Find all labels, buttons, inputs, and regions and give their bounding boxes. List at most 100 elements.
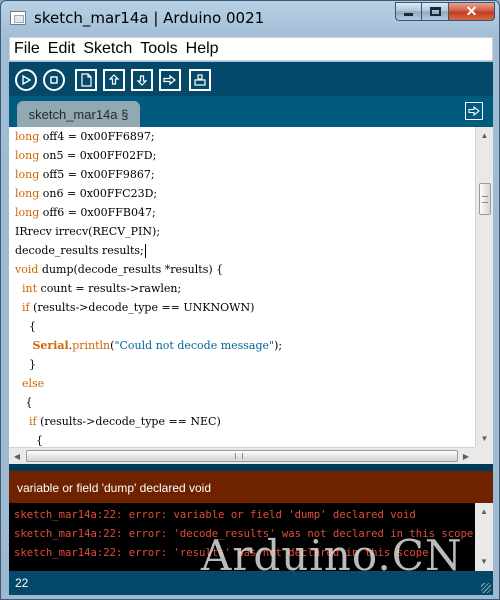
console-scroll-down-icon[interactable]: ▼: [475, 553, 493, 569]
window-controls: ✕: [395, 2, 495, 22]
scroll-left-arrow-icon[interactable]: ◀: [9, 448, 25, 464]
console-line: sketch_mar14a:22: error: 'results' was n…: [14, 547, 429, 559]
verify-button[interactable]: [15, 69, 37, 91]
tab-menu-button[interactable]: [465, 102, 483, 120]
code-line[interactable]: long off4 = 0x00FF6897;: [15, 127, 470, 146]
console-scroll-up-icon[interactable]: ▲: [475, 503, 493, 519]
code-line[interactable]: long off6 = 0x00FFB047;: [15, 203, 470, 222]
code-token: (results->decode_type == UNKNOWN): [29, 301, 255, 314]
scroll-corner: [475, 447, 493, 464]
upload-button[interactable]: [159, 69, 181, 91]
status-bar: 22: [9, 571, 493, 595]
code-line[interactable]: void dump(decode_results *results) {: [15, 260, 470, 279]
code-token-kw: if: [22, 301, 30, 314]
code-editor[interactable]: long off4 = 0x00FF6897; long on5 = 0x00FF…: [9, 127, 493, 464]
code-token: dump(decode_results *results) {: [38, 263, 224, 276]
code-token-kw: long: [15, 130, 40, 143]
menu-tools[interactable]: Tools: [140, 40, 177, 58]
code-line[interactable]: long on6 = 0x00FFC23D;: [15, 184, 470, 203]
code-line[interactable]: {: [15, 393, 470, 412]
code-token: on6 = 0x00FFC23D;: [39, 187, 158, 200]
code-line[interactable]: {: [15, 317, 470, 336]
stop-button[interactable]: [43, 69, 65, 91]
code-token: );: [274, 339, 283, 352]
vertical-scroll-thumb[interactable]: [479, 183, 491, 215]
code-token-kw: if: [29, 415, 37, 428]
code-token-str: "Could not decode message": [114, 339, 275, 352]
open-icon: [108, 74, 120, 85]
code-line[interactable]: long on5 = 0x00FF02FD;: [15, 146, 470, 165]
new-icon: [81, 73, 92, 87]
serial-monitor-button[interactable]: [189, 69, 211, 91]
maximize-button[interactable]: [422, 2, 449, 21]
code-token: off4 = 0x00FF6897;: [39, 130, 155, 143]
open-button[interactable]: [103, 69, 125, 91]
tab-label: sketch_mar14a §: [28, 106, 129, 122]
new-button[interactable]: [75, 69, 97, 91]
minimize-icon: [404, 13, 413, 16]
code-line[interactable]: if (results->decode_type == UNKNOWN): [15, 298, 470, 317]
text-caret: [144, 244, 146, 258]
title-bar[interactable]: sketch_mar14a | Arduino 0021 ✕: [1, 1, 499, 35]
code-token-kw: long: [15, 168, 40, 181]
console-output[interactable]: sketch_mar14a:22: error: variable or fie…: [9, 503, 493, 571]
code-line[interactable]: long off5 = 0x00FF9867;: [15, 165, 470, 184]
code-token-kw: long: [15, 187, 40, 200]
code-token: off5 = 0x00FF9867;: [39, 168, 155, 181]
menu-file[interactable]: File: [14, 40, 40, 58]
editor-horizontal-scrollbar[interactable]: ◀ ▶: [9, 447, 475, 464]
editor-console-divider[interactable]: [9, 464, 493, 471]
code-token: IRrecv irrecv(RECV_PIN);: [15, 225, 161, 238]
code-line[interactable]: if (results->decode_type == NEC): [15, 412, 470, 431]
tab-sketch[interactable]: sketch_mar14a §: [17, 101, 140, 127]
resize-grip-icon[interactable]: [481, 583, 491, 593]
error-message-bar: variable or field 'dump' declared void: [9, 471, 493, 503]
code-line[interactable]: IRrecv irrecv(RECV_PIN);: [15, 222, 470, 241]
save-icon: [136, 75, 148, 86]
save-button[interactable]: [131, 69, 153, 91]
scroll-up-arrow-icon[interactable]: ▲: [476, 127, 493, 143]
line-number: 22: [15, 576, 29, 590]
code-line[interactable]: int count = results->rawlen;: [15, 279, 470, 298]
window-title: sketch_mar14a | Arduino 0021: [34, 9, 265, 27]
upload-icon: [163, 74, 176, 86]
code-token: count = results->rawlen;: [37, 282, 182, 295]
minimize-button[interactable]: [395, 2, 422, 21]
menu-bar: File Edit Sketch Tools Help: [9, 37, 493, 61]
code-token-kw: int: [22, 282, 38, 295]
code-line[interactable]: decode_results results;: [15, 241, 470, 260]
console-line: sketch_mar14a:22: error: variable or fie…: [14, 509, 416, 521]
console-lines: sketch_mar14a:22: error: variable or fie…: [14, 506, 476, 563]
code-token-kw: long: [15, 149, 40, 162]
menu-edit[interactable]: Edit: [48, 40, 76, 58]
code-token-kw: void: [15, 263, 39, 276]
scroll-down-arrow-icon[interactable]: ▼: [476, 430, 493, 446]
code-text-area[interactable]: long off4 = 0x00FF6897; long on5 = 0x00FF…: [15, 127, 470, 464]
verify-icon: [22, 75, 31, 85]
code-token: decode_results results;: [15, 244, 144, 257]
code-token: off6 = 0x00FFB047;: [39, 206, 156, 219]
code-line[interactable]: }: [15, 355, 470, 374]
console-scrollbar[interactable]: ▲ ▼: [475, 503, 493, 571]
editor-vertical-scrollbar[interactable]: ▲ ▼: [475, 127, 493, 464]
code-line[interactable]: else: [15, 374, 470, 393]
serial-monitor-icon: [194, 74, 206, 86]
menu-help[interactable]: Help: [186, 40, 219, 58]
toolbar: [9, 62, 493, 96]
menu-sketch[interactable]: Sketch: [83, 40, 132, 58]
close-icon: ✕: [465, 3, 478, 19]
code-line[interactable]: Serial.println("Could not decode message…: [15, 336, 470, 355]
console-line: sketch_mar14a:22: error: 'decode_results…: [14, 528, 474, 540]
scroll-right-arrow-icon[interactable]: ▶: [458, 448, 474, 464]
horizontal-scroll-thumb[interactable]: [26, 450, 458, 462]
error-message: variable or field 'dump' declared void: [17, 481, 212, 495]
tab-menu-icon: [468, 106, 480, 116]
code-token: (results->decode_type == NEC): [36, 415, 221, 428]
close-button[interactable]: ✕: [449, 2, 495, 21]
maximize-icon: [429, 7, 441, 16]
tab-strip: sketch_mar14a §: [9, 96, 493, 127]
